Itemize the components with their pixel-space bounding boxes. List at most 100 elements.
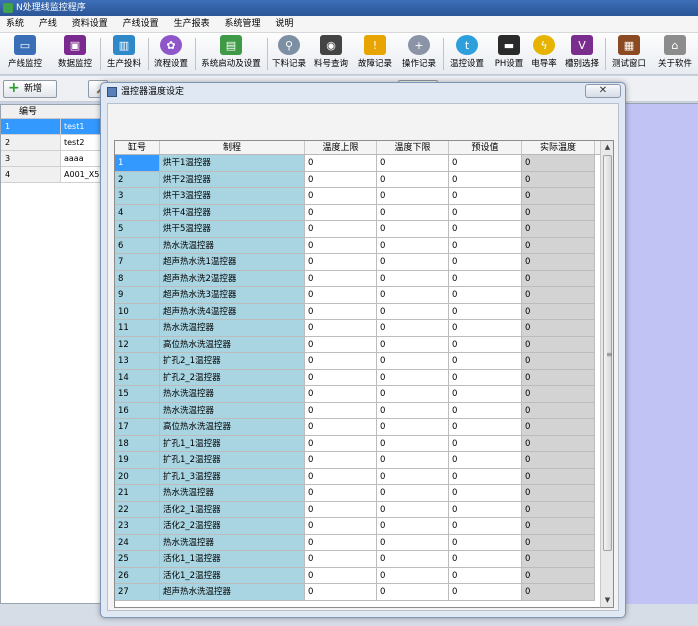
table-row[interactable]: 15 热水洗温控器 0 0 0 0 xyxy=(115,386,595,403)
lower-limit-input[interactable]: 0 xyxy=(377,485,449,501)
list-item[interactable]: 3 aaaa xyxy=(1,151,103,167)
upper-limit-input[interactable]: 0 xyxy=(305,237,377,253)
upper-limit-input[interactable]: 0 xyxy=(305,188,377,204)
tool-part-query-button[interactable]: ◉ 料号查询 xyxy=(312,35,350,73)
upper-limit-input[interactable]: 0 xyxy=(305,485,377,501)
table-row[interactable]: 12 高位热水洗温控器 0 0 0 0 xyxy=(115,336,595,353)
upper-limit-input[interactable]: 0 xyxy=(305,386,377,402)
list-item[interactable]: 4 A001_X568 xyxy=(1,167,103,183)
upper-limit-input[interactable]: 0 xyxy=(305,567,377,583)
column-header-process[interactable]: 制程 xyxy=(160,141,305,154)
table-row[interactable]: 8 超声热水洗2温控器 0 0 0 0 xyxy=(115,270,595,287)
lower-limit-input[interactable]: 0 xyxy=(377,188,449,204)
tool-operation-records-button[interactable]: + 操作记录 xyxy=(399,35,439,73)
menu-system-admin[interactable]: 系统管理 xyxy=(218,16,266,33)
scrollbar-thumb[interactable]: ≡ xyxy=(603,155,613,551)
table-row[interactable]: 5 烘干5温控器 0 0 0 0 xyxy=(115,221,595,238)
preset-input[interactable]: 0 xyxy=(449,188,522,204)
menu-system[interactable]: 系统 xyxy=(0,16,30,33)
lower-limit-input[interactable]: 0 xyxy=(377,303,449,319)
lower-limit-input[interactable]: 0 xyxy=(377,287,449,303)
preset-input[interactable]: 0 xyxy=(449,353,522,369)
table-row[interactable]: 9 超声热水洗3温控器 0 0 0 0 xyxy=(115,287,595,304)
preset-input[interactable]: 0 xyxy=(449,336,522,352)
preset-input[interactable]: 0 xyxy=(449,419,522,435)
preset-input[interactable]: 0 xyxy=(449,287,522,303)
table-row[interactable]: 24 热水洗温控器 0 0 0 0 xyxy=(115,534,595,551)
list-item[interactable]: 1 test1 xyxy=(1,119,103,135)
lower-limit-input[interactable]: 0 xyxy=(377,584,449,600)
lower-limit-input[interactable]: 0 xyxy=(377,353,449,369)
table-row[interactable]: 18 扩孔1_1温控器 0 0 0 0 xyxy=(115,435,595,452)
tool-ph-settings-button[interactable]: ▬ PH设置 xyxy=(491,35,527,73)
preset-input[interactable]: 0 xyxy=(449,584,522,600)
tool-fault-records-button[interactable]: ! 故障记录 xyxy=(355,35,395,73)
upper-limit-input[interactable]: 0 xyxy=(305,534,377,550)
lower-limit-input[interactable]: 0 xyxy=(377,254,449,270)
upper-limit-input[interactable]: 0 xyxy=(305,369,377,385)
upper-limit-input[interactable]: 0 xyxy=(305,270,377,286)
upper-limit-input[interactable]: 0 xyxy=(305,435,377,451)
table-row[interactable]: 21 热水洗温控器 0 0 0 0 xyxy=(115,485,595,502)
upper-limit-input[interactable]: 0 xyxy=(305,419,377,435)
table-row[interactable]: 23 活化2_2温控器 0 0 0 0 xyxy=(115,518,595,535)
lower-limit-input[interactable]: 0 xyxy=(377,221,449,237)
column-header-tank[interactable]: 缸号 xyxy=(115,141,160,154)
preset-input[interactable]: 0 xyxy=(449,254,522,270)
preset-input[interactable]: 0 xyxy=(449,534,522,550)
upper-limit-input[interactable]: 0 xyxy=(305,353,377,369)
add-button[interactable]: + 新增 xyxy=(3,80,57,98)
preset-input[interactable]: 0 xyxy=(449,386,522,402)
scroll-up-arrow-icon[interactable]: ▲ xyxy=(601,141,613,154)
close-button[interactable]: ✕ xyxy=(585,84,621,98)
preset-input[interactable]: 0 xyxy=(449,303,522,319)
upper-limit-input[interactable]: 0 xyxy=(305,171,377,187)
lower-limit-input[interactable]: 0 xyxy=(377,501,449,517)
lower-limit-input[interactable]: 0 xyxy=(377,435,449,451)
table-row[interactable]: 25 活化1_1温控器 0 0 0 0 xyxy=(115,551,595,568)
table-row[interactable]: 27 超声热水洗温控器 0 0 0 0 xyxy=(115,584,595,601)
table-row[interactable]: 20 扩孔1_3温控器 0 0 0 0 xyxy=(115,468,595,485)
lower-limit-input[interactable]: 0 xyxy=(377,171,449,187)
upper-limit-input[interactable]: 0 xyxy=(305,155,377,171)
upper-limit-input[interactable]: 0 xyxy=(305,221,377,237)
preset-input[interactable]: 0 xyxy=(449,435,522,451)
preset-input[interactable]: 0 xyxy=(449,369,522,385)
upper-limit-input[interactable]: 0 xyxy=(305,402,377,418)
table-row[interactable]: 11 热水洗温控器 0 0 0 0 xyxy=(115,320,595,337)
upper-limit-input[interactable]: 0 xyxy=(305,204,377,220)
menu-line[interactable]: 产线 xyxy=(33,16,63,33)
tool-data-monitor-button[interactable]: ▣ 数据监控 xyxy=(54,35,96,73)
dialog-title-bar[interactable]: 温控器温度设定 xyxy=(101,83,625,101)
table-row[interactable]: 17 高位热水洗温控器 0 0 0 0 xyxy=(115,419,595,436)
table-row[interactable]: 2 烘干2温控器 0 0 0 0 xyxy=(115,171,595,188)
upper-limit-input[interactable]: 0 xyxy=(305,551,377,567)
preset-input[interactable]: 0 xyxy=(449,551,522,567)
upper-limit-input[interactable]: 0 xyxy=(305,303,377,319)
lower-limit-input[interactable]: 0 xyxy=(377,518,449,534)
upper-limit-input[interactable]: 0 xyxy=(305,468,377,484)
table-row[interactable]: 6 热水洗温控器 0 0 0 0 xyxy=(115,237,595,254)
lower-limit-input[interactable]: 0 xyxy=(377,402,449,418)
preset-input[interactable]: 0 xyxy=(449,155,522,171)
column-header-upper-limit[interactable]: 温度上限 xyxy=(305,141,377,154)
tool-temp-control-button[interactable]: t 温控设置 xyxy=(447,35,487,73)
lower-limit-input[interactable]: 0 xyxy=(377,237,449,253)
upper-limit-input[interactable]: 0 xyxy=(305,254,377,270)
tool-test-window-button[interactable]: ▦ 测试窗口 xyxy=(609,35,649,73)
lower-limit-input[interactable]: 0 xyxy=(377,452,449,468)
tool-process-settings-button[interactable]: ✿ 流程设置 xyxy=(151,35,191,73)
lower-limit-input[interactable]: 0 xyxy=(377,270,449,286)
preset-input[interactable]: 0 xyxy=(449,485,522,501)
preset-input[interactable]: 0 xyxy=(449,468,522,484)
upper-limit-input[interactable]: 0 xyxy=(305,501,377,517)
preset-input[interactable]: 0 xyxy=(449,221,522,237)
column-header-preset[interactable]: 预设值 xyxy=(449,141,522,154)
preset-input[interactable]: 0 xyxy=(449,518,522,534)
menu-production-report[interactable]: 生产报表 xyxy=(168,16,216,33)
tool-unload-records-button[interactable]: ⚲ 下料记录 xyxy=(270,35,308,73)
lower-limit-input[interactable]: 0 xyxy=(377,419,449,435)
lower-limit-input[interactable]: 0 xyxy=(377,336,449,352)
scroll-down-arrow-icon[interactable]: ▼ xyxy=(601,594,613,607)
preset-input[interactable]: 0 xyxy=(449,452,522,468)
